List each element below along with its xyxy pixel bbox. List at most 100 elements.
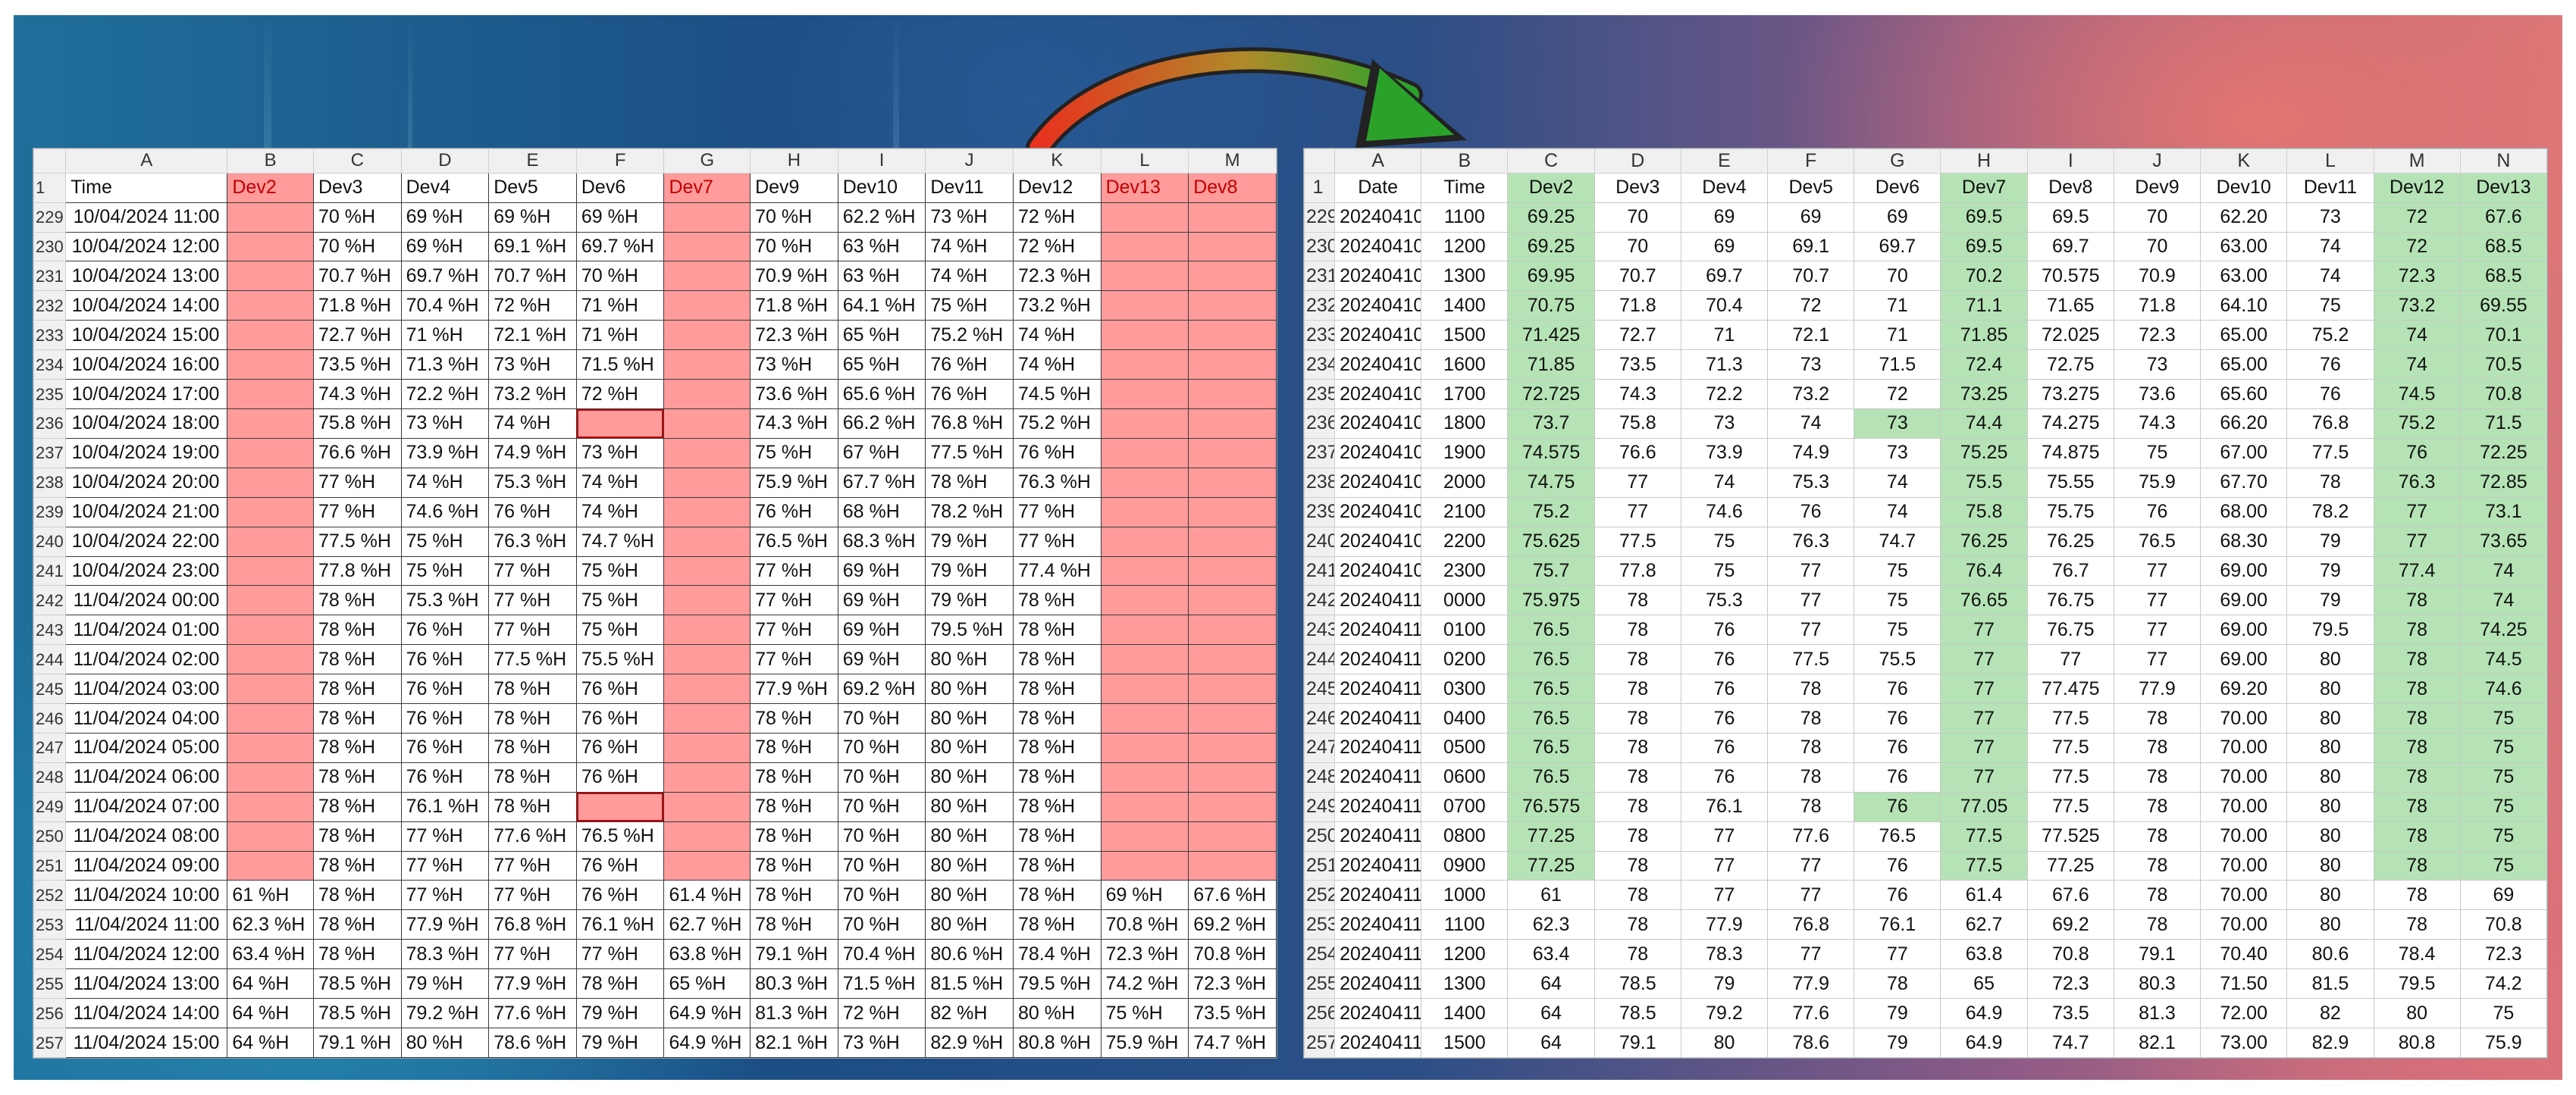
data-cell[interactable]: 76.7 [2026,555,2114,587]
data-cell[interactable] [1188,437,1277,468]
data-cell[interactable]: 76.4 [1940,555,2028,587]
data-cell[interactable]: 71.8 %H [312,290,402,321]
data-cell[interactable]: 74.2 [2459,968,2548,1000]
data-cell[interactable] [227,290,314,321]
data-cell[interactable]: 74 %H [925,261,1014,292]
data-cell[interactable]: 65.6 %H [837,379,926,409]
data-cell[interactable]: 70.00 [2200,909,2288,940]
data-cell[interactable]: 72 %H [488,290,577,321]
data-cell[interactable]: 0900 [1421,850,1509,881]
data-cell[interactable]: 77 [1594,467,1681,498]
data-cell[interactable]: 78 %H [750,791,838,822]
data-cell[interactable]: 62.7 %H [663,909,751,940]
data-cell[interactable]: 71.3 [1680,349,1769,380]
data-cell[interactable]: 69 [1854,202,1941,233]
data-cell[interactable]: 72.3 %H [1100,939,1189,970]
data-cell[interactable]: 68.3 %H [837,526,926,557]
data-cell[interactable]: 77 [1940,644,2028,675]
data-cell[interactable]: 62.3 [1507,909,1595,940]
data-cell[interactable]: 76 [1854,703,1941,734]
data-cell[interactable] [663,231,751,262]
data-cell[interactable] [227,408,314,439]
data-cell[interactable]: 1000 [1421,880,1509,911]
data-cell[interactable]: 78 [1594,791,1681,822]
data-cell[interactable]: 75.2 [2373,408,2461,439]
data-cell[interactable]: 70 %H [837,850,926,881]
data-cell[interactable]: 74 [2459,585,2548,616]
cleaned-sheet[interactable]: A B C D E F G H I J K L M N 1 Date Time Dev2 Dev3 Dev4 Dev5 D… [1303,149,2548,1058]
data-cell[interactable]: 71.50 [2200,968,2288,1000]
data-cell[interactable] [1100,408,1189,439]
data-cell[interactable]: 78 [2113,850,2202,881]
data-cell[interactable]: 69 %H [575,202,665,233]
data-cell[interactable]: 77.475 [2026,674,2114,705]
data-cell[interactable]: 72 %H [575,379,665,409]
row-number[interactable]: 237 [1303,437,1336,468]
data-cell[interactable]: 75.8 [1594,408,1681,439]
header-cell[interactable]: Dev8 [1188,172,1277,203]
data-cell[interactable]: 74.7 %H [1188,1028,1277,1058]
data-cell[interactable]: 20240410 [1334,261,1422,292]
column-header[interactable]: D [400,149,490,174]
data-cell[interactable]: 75.55 [2026,467,2114,498]
data-cell[interactable]: 80 %H [1012,998,1102,1029]
data-cell[interactable]: 77 %H [400,880,490,911]
data-cell[interactable]: 74.875 [2026,437,2114,468]
data-cell[interactable]: 72.85 [2459,467,2548,498]
column-header[interactable]: G [1854,149,1941,174]
data-cell[interactable]: 78 [1594,909,1681,940]
data-cell[interactable]: 66.2 %H [837,408,926,439]
data-cell[interactable]: 74 %H [1012,320,1102,351]
data-cell[interactable]: 69 %H [837,615,926,646]
data-cell[interactable]: 70 %H [750,202,838,233]
row-number[interactable]: 237 [33,437,67,468]
data-cell[interactable]: 62.2 %H [837,202,926,233]
data-cell[interactable]: 78 [1854,968,1941,1000]
header-cell[interactable]: Dev8 [2026,172,2114,203]
data-cell[interactable]: 75 [1680,555,1769,587]
data-cell[interactable]: 70.00 [2200,703,2288,734]
data-cell[interactable] [1188,496,1277,527]
data-cell[interactable]: 75.2 %H [1012,408,1102,439]
row-number[interactable]: 241 [33,555,67,587]
data-cell[interactable]: 20240411 [1334,909,1422,940]
data-cell[interactable]: 79.5 %H [925,615,1014,646]
data-cell[interactable]: 70 %H [837,732,926,763]
data-cell[interactable]: 78 [2373,850,2461,881]
data-cell[interactable] [1188,379,1277,409]
data-cell[interactable]: 65.00 [2200,349,2288,380]
data-cell[interactable]: 76.3 %H [1012,467,1102,498]
data-cell[interactable]: 70.00 [2200,732,2288,763]
data-cell[interactable]: 78 [1767,674,1855,705]
row-number[interactable]: 254 [33,939,67,970]
data-cell[interactable]: 75 [2459,821,2548,852]
data-cell[interactable] [663,467,751,498]
data-cell[interactable]: 74.6 %H [400,496,490,527]
data-cell[interactable]: 76 %H [488,496,577,527]
data-cell[interactable]: 74 [2286,231,2374,262]
data-cell[interactable]: 74 %H [575,467,665,498]
data-cell[interactable]: 76.25 [2026,526,2114,557]
data-cell[interactable]: 76 %H [400,674,490,705]
data-cell[interactable]: 78 [1594,939,1681,970]
data-cell[interactable]: 75.2 %H [925,320,1014,351]
data-cell[interactable]: 70 [1594,202,1681,233]
data-cell[interactable]: 76.8 [2286,408,2374,439]
data-cell[interactable]: 65 %H [837,320,926,351]
data-cell[interactable]: 76 [2286,379,2374,409]
data-cell[interactable]: 62.20 [2200,202,2288,233]
row-number[interactable]: 229 [33,202,67,233]
row-number[interactable]: 242 [1303,585,1336,616]
data-cell[interactable]: 78 [1594,732,1681,763]
data-cell[interactable]: 82 %H [925,998,1014,1029]
data-cell[interactable] [227,555,314,587]
data-cell[interactable]: 79 %H [575,998,665,1029]
data-cell[interactable]: 69.55 [2459,290,2548,321]
data-cell[interactable]: 78 [1767,732,1855,763]
data-cell[interactable] [663,821,751,852]
data-cell[interactable]: 77.5 [2026,762,2114,793]
data-cell[interactable]: 67.7 %H [837,467,926,498]
data-cell[interactable]: 78 %H [750,703,838,734]
data-cell[interactable]: 77.25 [2026,850,2114,881]
data-cell[interactable]: 0200 [1421,644,1509,675]
